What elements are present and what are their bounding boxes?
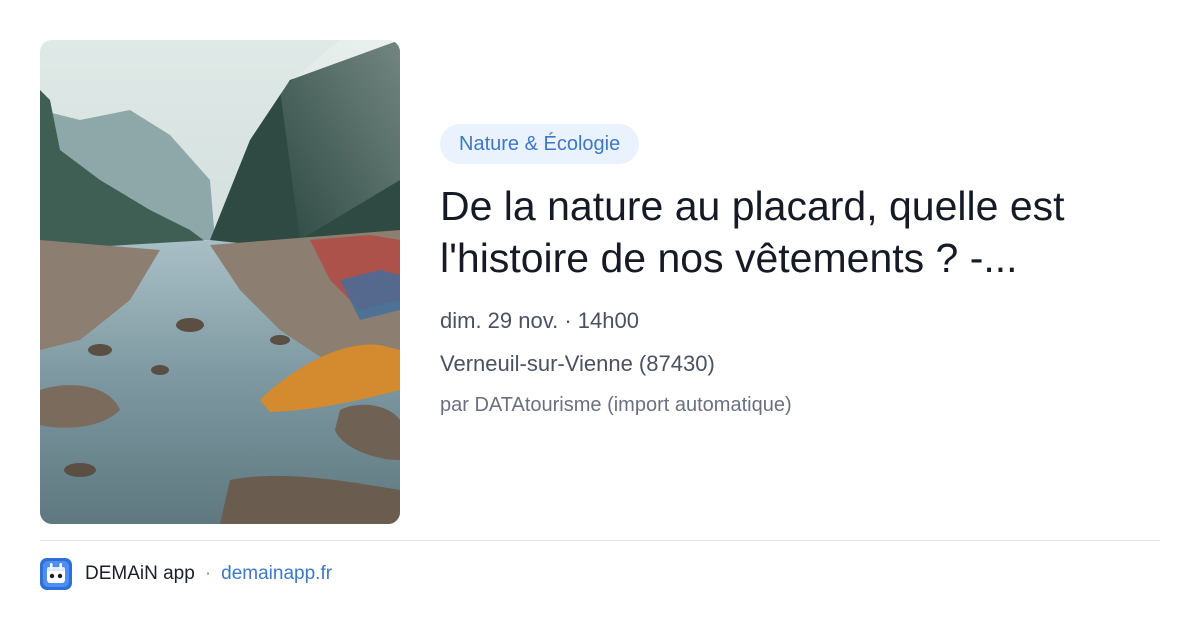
app-domain-link[interactable]: demainapp.fr <box>221 563 332 585</box>
event-author: par DATAtourisme (import automatique) <box>440 394 792 416</box>
app-logo-icon[interactable] <box>40 558 72 590</box>
event-image[interactable] <box>40 40 400 524</box>
footer-separator: · <box>204 563 212 584</box>
app-name: DEMAiN app <box>85 563 195 584</box>
event-location: Verneuil-sur-Vienne (87430) <box>440 351 715 376</box>
category-badge[interactable]: Nature & Écologie <box>440 124 640 164</box>
divider <box>40 540 1160 541</box>
event-details: Nature & Écologie De la nature au placar… <box>440 124 1160 419</box>
event-title[interactable]: De la nature au placard, quelle est l'hi… <box>440 180 1140 284</box>
footer: DEMAiN app · demainapp.fr <box>40 558 332 590</box>
event-date: dim. 29 nov. · 14h00 <box>440 308 639 333</box>
